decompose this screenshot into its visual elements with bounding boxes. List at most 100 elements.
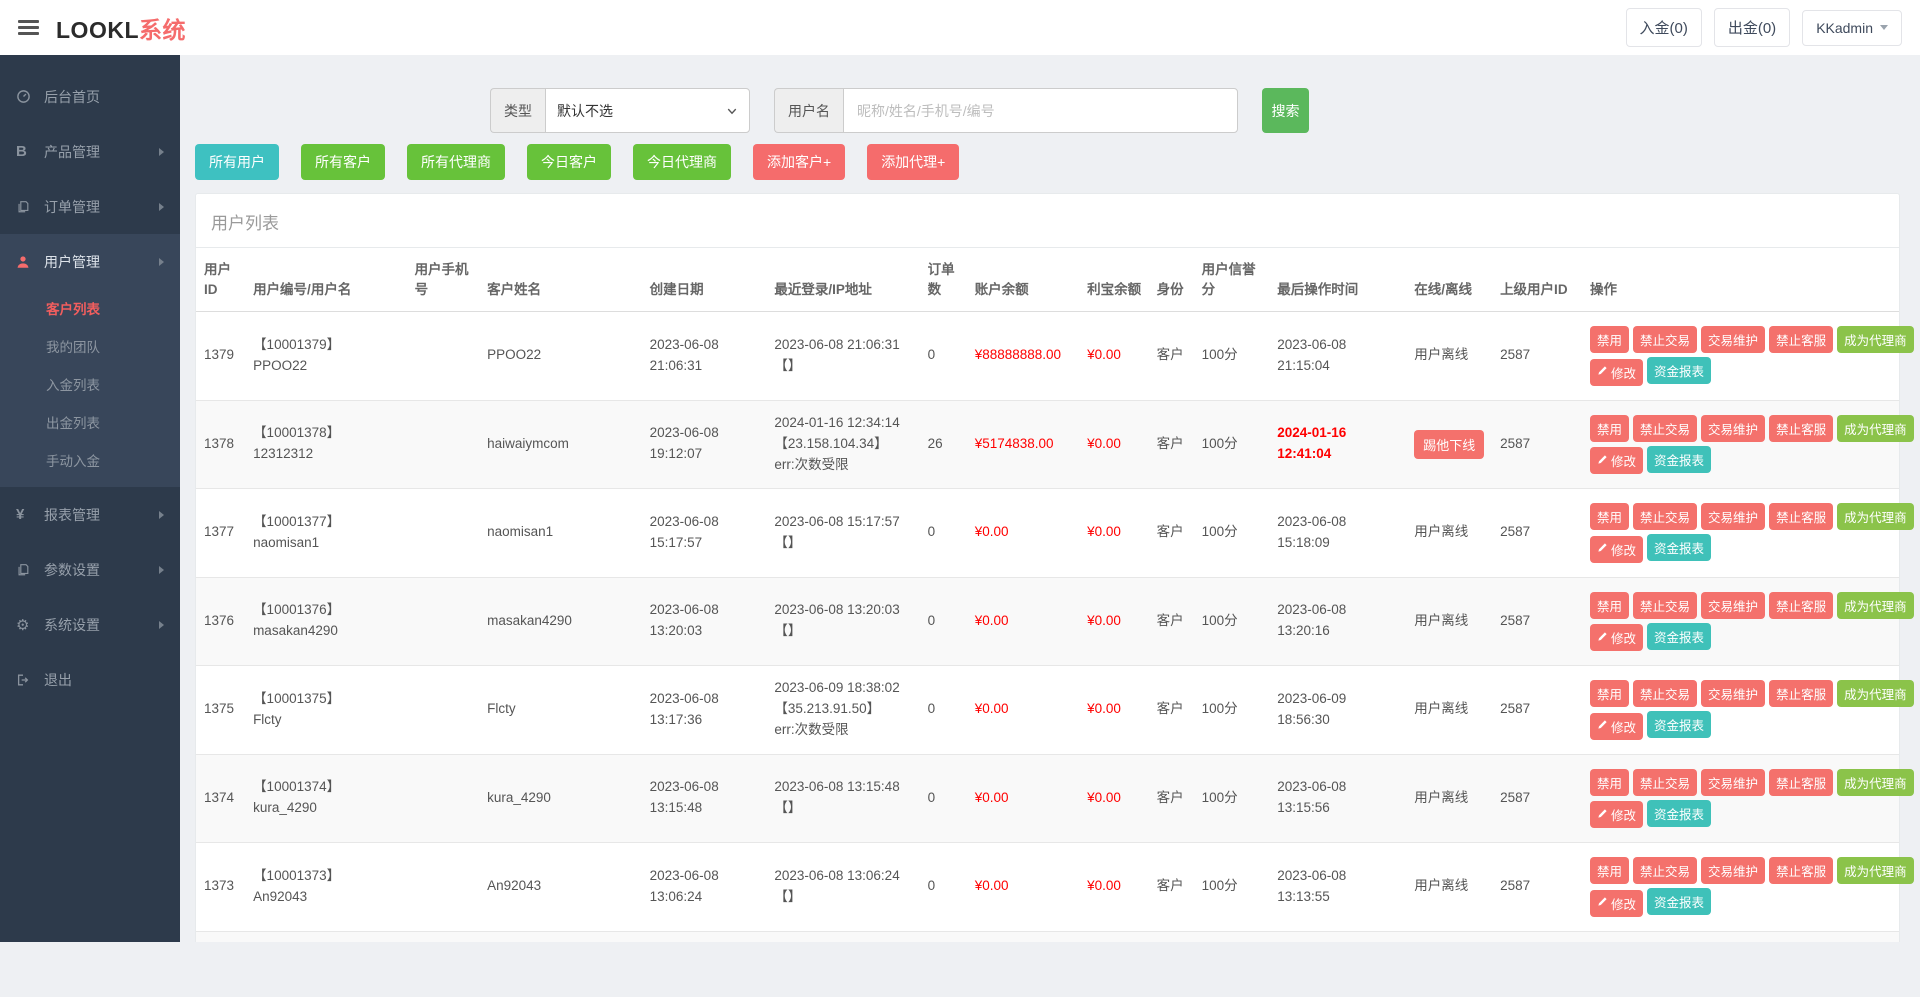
trade-maintenance-button[interactable]: 交易维护 xyxy=(1701,592,1765,619)
deposit-button[interactable]: 入金(0) xyxy=(1626,8,1702,47)
sidebar-subitem-customer-list[interactable]: 客户列表 xyxy=(0,289,180,327)
become-agent-button[interactable]: 成为代理商 xyxy=(1837,503,1914,530)
column-header: 用户ID xyxy=(196,248,245,312)
ban-trade-button[interactable]: 禁止交易 xyxy=(1633,415,1697,442)
last-login-cell: 2023-06-08 21:06:31【】 xyxy=(766,312,919,401)
all-agents-button[interactable]: 所有代理商 xyxy=(407,144,505,180)
trade-maintenance-button[interactable]: 交易维护 xyxy=(1701,769,1765,796)
user-code-cell: 【10001378】12312312 xyxy=(245,400,407,489)
funds-report-button[interactable]: 资金报表 xyxy=(1647,534,1711,561)
sidebar-item-label: 报表管理 xyxy=(44,505,159,525)
edit-button[interactable]: 修改 xyxy=(1590,536,1643,563)
ban-trade-button[interactable]: 禁止交易 xyxy=(1633,769,1697,796)
account-menu[interactable]: KKadmin xyxy=(1802,10,1902,46)
funds-report-button[interactable]: 资金报表 xyxy=(1647,888,1711,915)
edit-button[interactable]: 修改 xyxy=(1590,713,1643,740)
edit-button[interactable]: 修改 xyxy=(1590,801,1643,828)
quick-buttons-row: 所有用户所有客户所有代理商今日客户今日代理商添加客户+ 添加代理+ xyxy=(195,144,1900,180)
search-button[interactable]: 搜索 xyxy=(1262,88,1309,133)
sidebar-item-products[interactable]: B产品管理 xyxy=(0,124,180,179)
disable-button[interactable]: 禁用 xyxy=(1590,857,1629,884)
sidebar-subitem-deposit-list[interactable]: 入金列表 xyxy=(0,365,180,403)
sidebar-subitem-manual-deposit[interactable]: 手动入金 xyxy=(0,441,180,479)
sidebar-item-system[interactable]: ⚙系统设置 xyxy=(0,597,180,652)
become-agent-button[interactable]: 成为代理商 xyxy=(1837,769,1914,796)
ban-trade-button[interactable]: 禁止交易 xyxy=(1633,592,1697,619)
trade-maintenance-button[interactable]: 交易维护 xyxy=(1701,503,1765,530)
customer-name-cell: PPOO22 xyxy=(479,312,642,401)
ban-trade-button[interactable]: 禁止交易 xyxy=(1633,326,1697,353)
funds-report-button[interactable]: 资金报表 xyxy=(1647,800,1711,827)
type-select[interactable]: 默认不选 xyxy=(545,88,750,133)
ban-trade-button[interactable]: 禁止交易 xyxy=(1633,680,1697,707)
ban-service-button[interactable]: 禁止客服 xyxy=(1769,415,1833,442)
sidebar-item-orders[interactable]: 订单管理 xyxy=(0,179,180,234)
user-table: 用户ID用户编号/用户名用户手机号客户姓名创建日期最近登录/IP地址订单数账户余… xyxy=(196,248,1899,942)
become-agent-button[interactable]: 成为代理商 xyxy=(1837,680,1914,707)
last-op-time-cell: 2023-06-08 13:18:09 xyxy=(1269,931,1406,942)
sidebar-item-reports[interactable]: ¥报表管理 xyxy=(0,487,180,542)
become-agent-button[interactable]: 成为代理商 xyxy=(1837,326,1914,353)
disable-button[interactable]: 禁用 xyxy=(1590,503,1629,530)
created-date-cell: 2023-06-08 19:12:07 xyxy=(642,400,767,489)
username-input[interactable] xyxy=(843,88,1238,133)
ban-service-button[interactable]: 禁止客服 xyxy=(1769,592,1833,619)
sidebar-item-label: 退出 xyxy=(44,670,164,690)
funds-report-button[interactable]: 资金报表 xyxy=(1647,623,1711,650)
ban-service-button[interactable]: 禁止客服 xyxy=(1769,857,1833,884)
become-agent-button[interactable]: 成为代理商 xyxy=(1837,415,1914,442)
sidebar-item-logout[interactable]: 退出 xyxy=(0,652,180,707)
disable-button[interactable]: 禁用 xyxy=(1590,592,1629,619)
all-customers-button[interactable]: 所有客户 xyxy=(301,144,385,180)
user-code-cell: 【10001375】Flcty xyxy=(245,666,407,755)
sidebar-subitem-my-team[interactable]: 我的团队 xyxy=(0,327,180,365)
trade-maintenance-button[interactable]: 交易维护 xyxy=(1701,326,1765,353)
pencil-icon xyxy=(1597,631,1608,645)
sidebar-item-dashboard[interactable]: 后台首页 xyxy=(0,69,180,124)
trade-maintenance-button[interactable]: 交易维护 xyxy=(1701,415,1765,442)
ban-trade-button[interactable]: 禁止交易 xyxy=(1633,503,1697,530)
last-op-time-cell: 2023-06-08 21:15:04 xyxy=(1269,312,1406,401)
disable-button[interactable]: 禁用 xyxy=(1590,680,1629,707)
sidebar-expanded-group: 用户管理客户列表我的团队入金列表出金列表手动入金 xyxy=(0,234,180,487)
trade-maintenance-button[interactable]: 交易维护 xyxy=(1701,857,1765,884)
funds-report-button[interactable]: 资金报表 xyxy=(1647,446,1711,473)
ban-service-button[interactable]: 禁止客服 xyxy=(1769,503,1833,530)
phone-cell xyxy=(407,754,480,843)
sidebar-subitem-withdraw-list[interactable]: 出金列表 xyxy=(0,403,180,441)
user-name: kura_4290 xyxy=(253,798,401,819)
ban-service-button[interactable]: 禁止客服 xyxy=(1769,680,1833,707)
funds-report-button[interactable]: 资金报表 xyxy=(1647,357,1711,384)
user-id-cell: 1377 xyxy=(196,489,245,578)
menu-icon[interactable] xyxy=(18,17,39,38)
all-users-button[interactable]: 所有用户 xyxy=(195,144,279,180)
ban-service-button[interactable]: 禁止客服 xyxy=(1769,769,1833,796)
today-customers-button[interactable]: 今日客户 xyxy=(527,144,611,180)
edit-button[interactable]: 修改 xyxy=(1590,624,1643,651)
ban-trade-button[interactable]: 禁止交易 xyxy=(1633,857,1697,884)
user-code-cell: 【10001372】marcokawabata0728 xyxy=(245,931,407,942)
become-agent-button[interactable]: 成为代理商 xyxy=(1837,857,1914,884)
add-agent-button[interactable]: 添加代理+ xyxy=(867,144,959,180)
trade-maintenance-button[interactable]: 交易维护 xyxy=(1701,680,1765,707)
add-customer-button[interactable]: 添加客户+ xyxy=(753,144,845,180)
today-agents-button[interactable]: 今日代理商 xyxy=(633,144,731,180)
edit-button[interactable]: 修改 xyxy=(1590,890,1643,917)
ban-service-button[interactable]: 禁止客服 xyxy=(1769,326,1833,353)
disable-button[interactable]: 禁用 xyxy=(1590,415,1629,442)
become-agent-button[interactable]: 成为代理商 xyxy=(1837,592,1914,619)
funds-report-button[interactable]: 资金报表 xyxy=(1647,711,1711,738)
kick-offline-button[interactable]: 踢他下线 xyxy=(1414,430,1484,459)
sidebar-item-users[interactable]: 用户管理 xyxy=(0,234,180,289)
column-header: 在线/离线 xyxy=(1406,248,1492,312)
disable-button[interactable]: 禁用 xyxy=(1590,326,1629,353)
edit-button[interactable]: 修改 xyxy=(1590,447,1643,474)
disable-button[interactable]: 禁用 xyxy=(1590,769,1629,796)
sidebar-item-params[interactable]: 参数设置 xyxy=(0,542,180,597)
pencil-icon xyxy=(1597,454,1608,468)
edit-button[interactable]: 修改 xyxy=(1590,359,1643,386)
withdraw-button[interactable]: 出金(0) xyxy=(1714,8,1790,47)
sidebar-item-label: 订单管理 xyxy=(44,197,159,217)
login-line: 2023-06-08 13:06:24 xyxy=(774,866,913,887)
chevron-right-icon xyxy=(159,566,164,574)
